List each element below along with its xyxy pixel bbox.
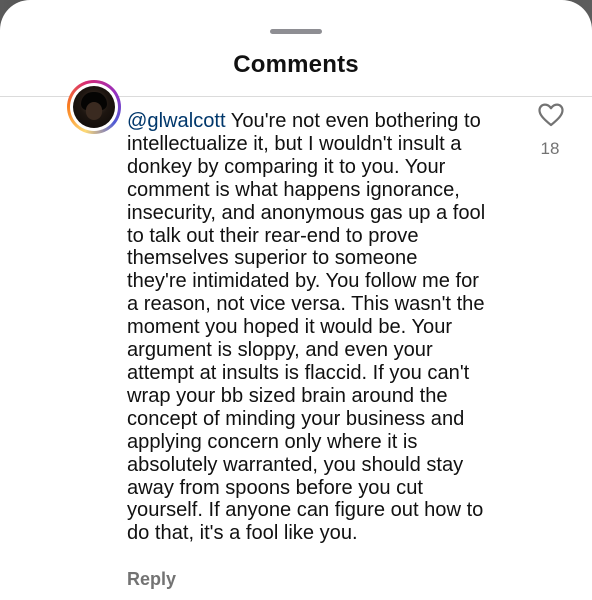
sheet-title: Comments	[233, 51, 359, 78]
comment-line: a reason, not vice versa. This wasn't th…	[127, 293, 485, 316]
comment-line-text: You're not even bothering to	[225, 110, 481, 132]
comment-line: wrap your bb sized brain around the	[127, 384, 448, 407]
comment-line: intellectualize it, but I wouldn't insul…	[127, 132, 462, 155]
comment-line: do that, it's a fool like you.	[127, 522, 358, 545]
avatar[interactable]	[73, 86, 115, 128]
mention-link[interactable]: @glwalcott	[127, 110, 226, 132]
comments-sheet: Comments @glwalcott You're not even both…	[0, 0, 592, 600]
comment-line: argument is sloppy, and even your	[127, 339, 433, 362]
comment-line: themselves superior to someone	[127, 247, 418, 270]
comment-line: to talk out their rear-end to prove	[127, 224, 419, 247]
comment-line: away from spoons before you cut	[127, 476, 423, 499]
like-count: 18	[540, 139, 560, 158]
comment-line: moment you hoped it would be. Your	[127, 316, 453, 339]
comment-line: yourself. If anyone can figure out how t…	[127, 499, 484, 522]
comment-line: comment is what happens ignorance,	[127, 178, 460, 201]
sheet-grabber-handle[interactable]	[270, 29, 322, 34]
comment-line: concept of minding your business and	[127, 407, 465, 430]
comment-line: they're intimidated by. You follow me fo…	[127, 270, 479, 293]
comment-line-1: @glwalcott You're not even bothering to	[127, 110, 527, 133]
comment-line: absolutely warranted, you should stay	[127, 453, 464, 476]
comment-line: donkey by comparing it to you. Your	[127, 155, 446, 178]
comment-line: insecurity, and anonymous gas up a fool	[127, 201, 486, 224]
heart-outline-icon[interactable]	[538, 103, 564, 127]
comment-line: applying concern only where it is	[127, 430, 418, 453]
avatar-story-ring[interactable]	[67, 80, 121, 134]
comment-text: @glwalcott You're not even bothering to …	[127, 110, 527, 545]
comment-line: attempt at insults is flaccid. If you ca…	[127, 361, 470, 384]
reply-button[interactable]: Reply	[127, 569, 176, 590]
